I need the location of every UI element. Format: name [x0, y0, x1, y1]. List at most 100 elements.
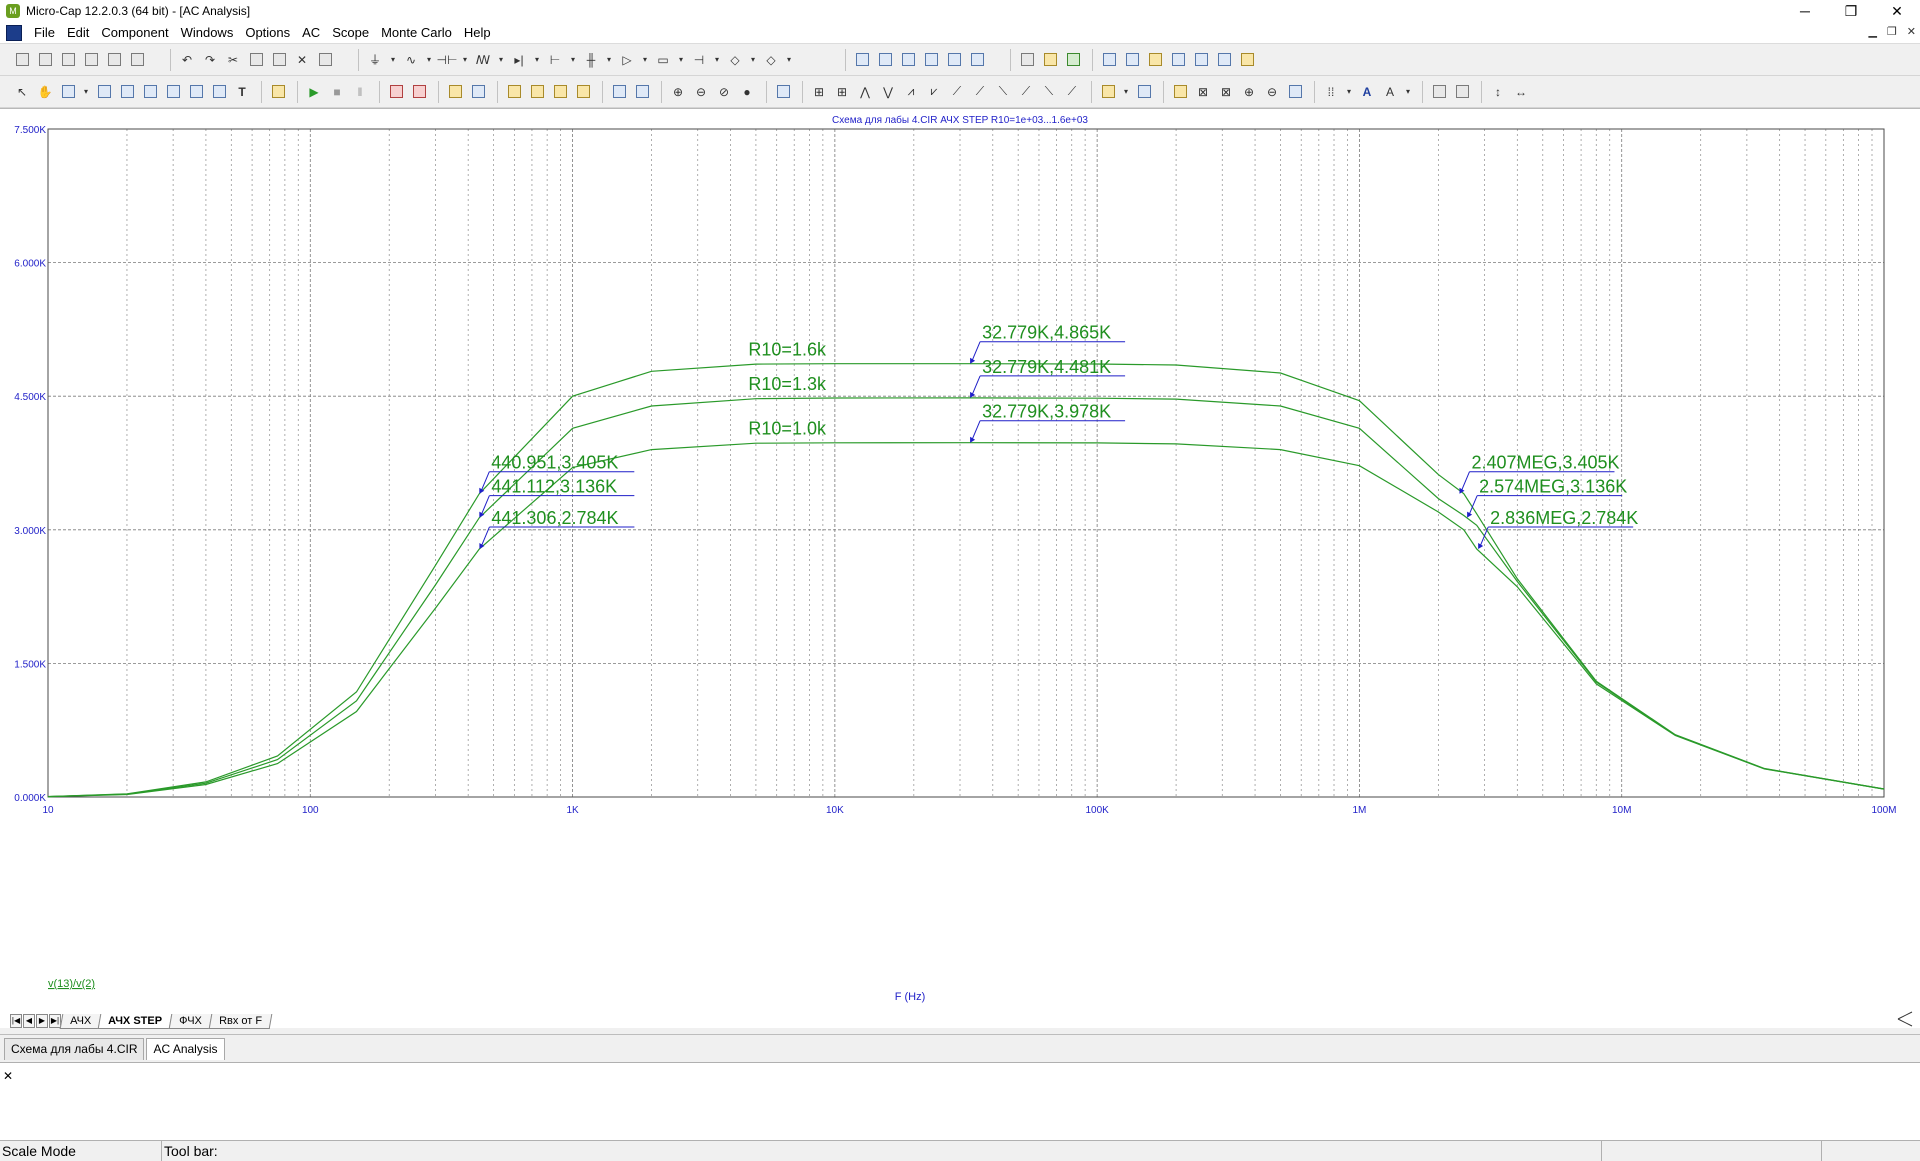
tile-vertical-icon[interactable]: [875, 50, 895, 70]
component-library-icon[interactable]: [1040, 50, 1060, 70]
magnify-icon[interactable]: ⊕: [1239, 82, 1259, 102]
horizontal-tag-icon[interactable]: [163, 82, 183, 102]
print-icon[interactable]: [127, 50, 147, 70]
dropdown-icon[interactable]: ▾: [676, 50, 686, 70]
redo-icon[interactable]: ↷: [200, 50, 220, 70]
output-pane[interactable]: ✕: [0, 1062, 1920, 1140]
plot-panel[interactable]: 0.000K 1.500K 3.000K 4.500K 6.000K 7.500K 10 1…: [0, 108, 1920, 1028]
first-page-button[interactable]: |◀: [10, 1014, 22, 1028]
dots-grid-icon[interactable]: ⁞⁞: [1321, 82, 1341, 102]
dropdown-icon[interactable]: ▾: [784, 50, 794, 70]
trace-expression[interactable]: v(13)/v(2): [48, 978, 95, 990]
stop-sign-icon[interactable]: ●: [737, 82, 757, 102]
dropdown-icon[interactable]: ▾: [424, 50, 434, 70]
graph-icon[interactable]: [117, 82, 137, 102]
performance-icon[interactable]: [1237, 50, 1257, 70]
top-icon[interactable]: ⟋: [1016, 82, 1036, 102]
transistor-component-icon[interactable]: ⊢: [545, 50, 565, 70]
clipboard-icon[interactable]: [1098, 82, 1118, 102]
dropdown-icon[interactable]: ▾: [712, 50, 722, 70]
dropdown-icon[interactable]: ▾: [604, 50, 614, 70]
high-icon[interactable]: ⩘: [901, 82, 921, 102]
ground-component-icon[interactable]: ⏚: [365, 50, 385, 70]
open-file-icon[interactable]: [35, 50, 55, 70]
analysis-limits-icon[interactable]: [1099, 50, 1119, 70]
mdi-restore-button[interactable]: ❐: [1887, 25, 1897, 38]
dropdown-icon[interactable]: ▾: [748, 50, 758, 70]
dropdown-icon[interactable]: ▾: [460, 50, 470, 70]
menu-windows[interactable]: Windows: [175, 25, 240, 40]
select-mode-icon[interactable]: ↖: [12, 82, 32, 102]
stop-icon[interactable]: ■: [327, 82, 347, 102]
window-split-icon[interactable]: [944, 50, 964, 70]
dropdown-icon[interactable]: ▾: [81, 82, 91, 102]
data-points-icon[interactable]: [445, 82, 465, 102]
pan-mode-icon[interactable]: ✋: [35, 82, 55, 102]
right-peak-icon[interactable]: ⊞: [832, 82, 852, 102]
tab-ac-analysis[interactable]: AC Analysis: [146, 1038, 225, 1060]
properties-icon[interactable]: [1122, 50, 1142, 70]
dropdown-icon[interactable]: ▾: [496, 50, 506, 70]
animate-icon[interactable]: [1170, 82, 1190, 102]
find-icon[interactable]: ⊘: [714, 82, 734, 102]
resistor-component-icon[interactable]: ∿: [401, 50, 421, 70]
delete-icon[interactable]: ✕: [292, 50, 312, 70]
zoom-box-icon[interactable]: [94, 82, 114, 102]
menu-monte-carlo[interactable]: Monte Carlo: [375, 25, 458, 40]
dropdown-icon[interactable]: ▾: [1344, 82, 1354, 102]
restore-button[interactable]: ❐: [1828, 0, 1874, 22]
point-tag-icon[interactable]: [140, 82, 160, 102]
cut-icon[interactable]: ✂: [223, 50, 243, 70]
cross-axis-icon[interactable]: [632, 82, 652, 102]
undo-icon[interactable]: ↶: [177, 50, 197, 70]
tab-ach[interactable]: АЧХ: [59, 1013, 102, 1029]
scope-icon[interactable]: [1285, 82, 1305, 102]
select-all-icon[interactable]: [315, 50, 335, 70]
dropdown-icon[interactable]: ▾: [532, 50, 542, 70]
inflection-icon[interactable]: ⟋: [947, 82, 967, 102]
mdi-minimize-button[interactable]: ▁: [1868, 25, 1876, 38]
plot-view-icon[interactable]: [1214, 50, 1234, 70]
next-page-button[interactable]: ▶: [36, 1014, 48, 1028]
dropdown-icon[interactable]: ▾: [388, 50, 398, 70]
zoom-in-icon[interactable]: ⊕: [668, 82, 688, 102]
tab-fch[interactable]: ФЧХ: [168, 1013, 213, 1029]
menu-help[interactable]: Help: [458, 25, 497, 40]
limits-icon[interactable]: [268, 82, 288, 102]
mosfet-component-icon[interactable]: ╫: [581, 50, 601, 70]
calculator-icon[interactable]: [967, 50, 987, 70]
axis-icon[interactable]: [573, 82, 593, 102]
copy-icon[interactable]: [246, 50, 266, 70]
dropdown-icon[interactable]: ▾: [1403, 82, 1413, 102]
document-icon[interactable]: [6, 24, 22, 41]
grid-icon[interactable]: [504, 82, 524, 102]
zoom-out-icon[interactable]: ⊖: [691, 82, 711, 102]
font-icon[interactable]: A: [1357, 82, 1377, 102]
list-icon[interactable]: [1134, 82, 1154, 102]
close-button[interactable]: ✕: [1874, 0, 1920, 22]
global-high-icon[interactable]: ⟋: [970, 82, 990, 102]
cursor-icon[interactable]: [773, 82, 793, 102]
tokens-icon[interactable]: [468, 82, 488, 102]
peak-icon[interactable]: ⋀: [855, 82, 875, 102]
diode-component-icon[interactable]: ▸|: [509, 50, 529, 70]
capacitor-component-icon[interactable]: ⊣⊢: [437, 50, 458, 70]
cascade-windows-icon[interactable]: [852, 50, 872, 70]
front-icon[interactable]: [1429, 82, 1449, 102]
performance-tag-icon[interactable]: [209, 82, 229, 102]
ac-analysis-chart[interactable]: 0.000K1.500K3.000K4.500K6.000K7.500K 10 1…: [0, 109, 1920, 1029]
auto-scale-icon[interactable]: [409, 82, 429, 102]
stepping-icon[interactable]: [1145, 50, 1165, 70]
left-peak-icon[interactable]: ⊞: [809, 82, 829, 102]
tile-horizontal-icon[interactable]: [898, 50, 918, 70]
fit-columns-icon[interactable]: ⊠: [1216, 82, 1236, 102]
back-icon[interactable]: [1452, 82, 1472, 102]
menu-scope[interactable]: Scope: [326, 25, 375, 40]
slope-icon[interactable]: ⟋: [1062, 82, 1082, 102]
close-pane-icon[interactable]: ✕: [3, 1069, 13, 1083]
menu-options[interactable]: Options: [239, 25, 296, 40]
tab-rin-vs-f[interactable]: Rвх от F: [208, 1013, 273, 1029]
minimize-button[interactable]: ─: [1782, 0, 1828, 22]
opamp-component-icon[interactable]: ▷: [617, 50, 637, 70]
inductor-component-icon[interactable]: ꟿ: [473, 50, 493, 70]
